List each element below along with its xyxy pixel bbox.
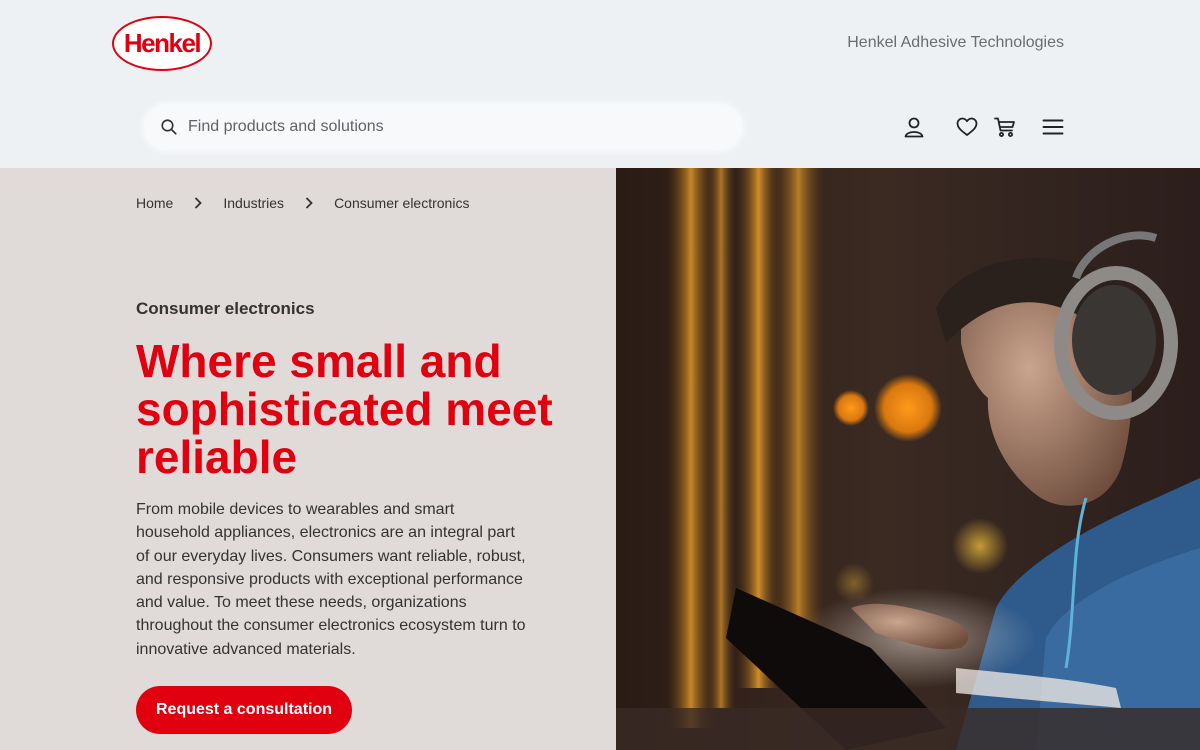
breadcrumb-home[interactable]: Home xyxy=(136,195,173,211)
wishlist-button[interactable] xyxy=(954,114,980,140)
cart-icon xyxy=(994,117,1015,137)
header-tagline[interactable]: Henkel Adhesive Technologies xyxy=(847,34,1064,52)
request-consultation-button[interactable]: Request a consultation xyxy=(136,686,352,734)
man-with-headphones-and-tablet-image xyxy=(616,168,1200,750)
breadcrumb-industries[interactable]: Industries xyxy=(223,195,284,211)
chevron-right-icon xyxy=(304,197,314,209)
hero-image xyxy=(616,168,1200,750)
user-icon xyxy=(904,117,924,138)
menu-button[interactable] xyxy=(1040,114,1066,140)
logo-text: Henkel xyxy=(123,28,202,58)
breadcrumb-current: Consumer electronics xyxy=(334,195,470,211)
search-input[interactable] xyxy=(188,118,708,136)
heart-icon xyxy=(956,117,978,136)
search-icon xyxy=(161,119,177,135)
henkel-logo[interactable]: Henkel xyxy=(112,16,212,71)
menu-icon xyxy=(1042,119,1064,135)
cart-button[interactable] xyxy=(992,114,1018,140)
site-header: Henkel Henkel Adhesive Technologies xyxy=(0,0,1200,168)
chevron-right-icon xyxy=(193,197,203,209)
hero-eyebrow: Consumer electronics xyxy=(136,299,315,318)
hero-headline: Where small and sophisticated meet relia… xyxy=(136,335,553,483)
hero-body: From mobile devices to wearables and sma… xyxy=(136,501,526,658)
account-button[interactable] xyxy=(901,114,927,140)
search-bar[interactable] xyxy=(144,104,742,150)
breadcrumb: Home Industries Consumer electronics xyxy=(136,195,469,211)
